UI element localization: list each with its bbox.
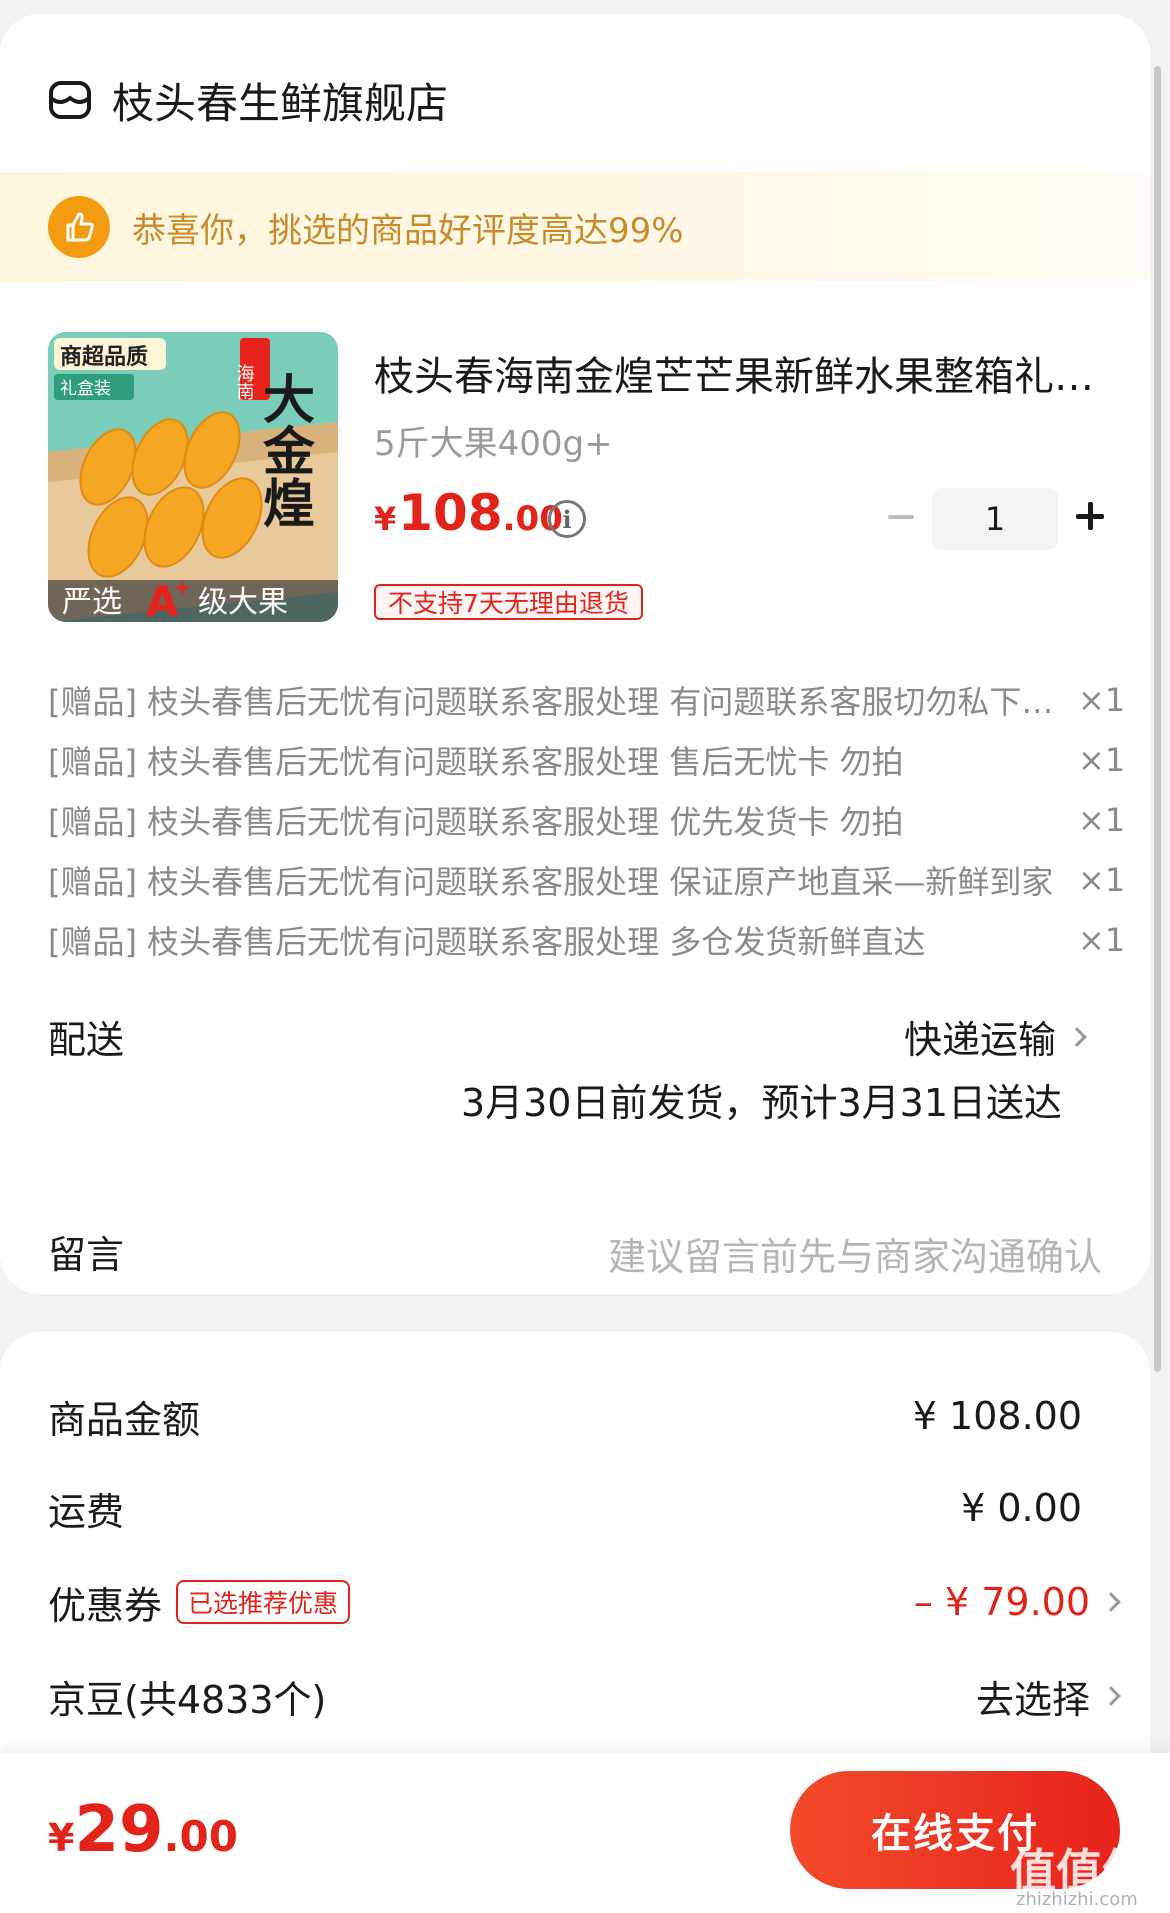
gift-name: [赠品] 枝头春售后无忧有问题联系客服处理 有问题联系客服切勿私下处理 [48, 683, 1078, 721]
big-text: 大金煌 [254, 372, 316, 528]
freight-label: 运费 [48, 1489, 125, 1534]
fee-summary-card: 商品金额 ¥ 108.00 运费 ¥ 0.00 优惠券 已选推荐优惠 – ¥ 7… [0, 1332, 1150, 1762]
seal-text: 海南 [234, 364, 255, 400]
jingdou-row[interactable]: 京豆(共4833个) 去选择 [48, 1666, 1121, 1726]
jingdou-label: 京豆(共4833个) [48, 1677, 327, 1722]
product-title[interactable]: 枝头春海南金煌芒芒果新鲜水果整箱礼盒装 [374, 344, 1094, 402]
shipping-date: 3月30日前发货，预计3月31日送达 [460, 1081, 1062, 1125]
gift-name: [赠品] 枝头春售后无忧有问题联系客服处理 保证原产地直采—新鲜到家 [48, 863, 1054, 901]
chevron-right-icon [1101, 1592, 1121, 1612]
checkout-bar: ¥ 29 .00 在线支付 值值值 zhizhizhi.com [0, 1753, 1170, 1913]
coupon-label-group: 优惠券 已选推荐优惠 [48, 1575, 351, 1630]
return-policy-tag: 不支持7天无理由退货 [374, 584, 643, 620]
coupon-value-group: – ¥ 79.00 [913, 1580, 1121, 1624]
jingdou-value-group: 去选择 [975, 1669, 1121, 1724]
price-currency: ¥ [374, 500, 397, 538]
goods-amount-value: ¥ 108.00 [912, 1394, 1082, 1438]
quantity-increase-button[interactable] [1074, 500, 1106, 532]
store-header[interactable]: 枝头春生鲜旗舰店 [48, 68, 448, 132]
gift-name: [赠品] 枝头春售后无忧有问题联系客服处理 售后无忧卡 勿拍 [48, 743, 904, 781]
rating-banner: 恭喜你，挑选的商品好评度高达99% [0, 172, 1150, 282]
shipping-method-selector[interactable]: 快递运输 [903, 1009, 1087, 1064]
chevron-right-icon [1101, 1686, 1121, 1706]
message-input[interactable]: 建议留言前先与商家沟通确认 [608, 1226, 1102, 1281]
store-icon [49, 81, 91, 119]
coupon-row[interactable]: 优惠券 已选推荐优惠 – ¥ 79.00 [48, 1572, 1121, 1632]
coupon-tag: 已选推荐优惠 [176, 1580, 351, 1624]
list-item: [赠品] 枝头春售后无忧有问题联系客服处理 多仓发货新鲜直达 ×1 [48, 910, 1126, 970]
shipping-label: 配送 [48, 1018, 125, 1062]
chevron-right-icon [1067, 1026, 1087, 1047]
bottom-text-1: 严选 [62, 585, 122, 620]
bottom-text-2: 级大果 [198, 585, 288, 620]
shipping-method: 快递运输 [903, 1018, 1056, 1062]
gift-list: [赠品] 枝头春售后无忧有问题联系客服处理 有问题联系客服切勿私下处理 ×1 [… [48, 670, 1126, 970]
list-item: [赠品] 枝头春售后无忧有问题联系客服处理 优先发货卡 勿拍 ×1 [48, 790, 1126, 850]
freight-row: 运费 ¥ 0.00 [48, 1478, 1118, 1538]
product-price: ¥ 108 .00 [374, 484, 563, 542]
grade-mark-text: + [174, 575, 191, 599]
order-card: 枝头春生鲜旗舰店 恭喜你，挑选的商品好评度高达99% 商超品质 礼盒装 海南 大… [0, 14, 1150, 1294]
list-item: [赠品] 枝头春售后无忧有问题联系客服处理 有问题联系客服切勿私下处理 ×1 [48, 670, 1126, 730]
goods-amount-row: 商品金额 ¥ 108.00 [48, 1386, 1118, 1446]
list-item: [赠品] 枝头春售后无忧有问题联系客服处理 售后无忧卡 勿拍 ×1 [48, 730, 1126, 790]
message-label: 留言 [48, 1233, 125, 1277]
coupon-value: – ¥ 79.00 [913, 1580, 1090, 1624]
list-item: [赠品] 枝头春售后无忧有问题联系客服处理 保证原产地直采—新鲜到家 ×1 [48, 850, 1126, 910]
rating-text: 恭喜你，挑选的商品好评度高达99% [132, 210, 684, 251]
gift-qty: ×1 [1078, 801, 1126, 839]
gift-name: [赠品] 枝头春售后无忧有问题联系客服处理 多仓发货新鲜直达 [48, 923, 926, 961]
jingdou-value: 去选择 [975, 1677, 1090, 1722]
badge-text: 商超品质 [60, 344, 148, 370]
gift-qty: ×1 [1078, 921, 1126, 959]
total-currency: ¥ [48, 1816, 75, 1860]
total-price: ¥ 29 .00 [48, 1793, 238, 1867]
sub-badge-text: 礼盒装 [60, 379, 111, 399]
info-icon[interactable]: i [548, 500, 586, 538]
store-name: 枝头春生鲜旗舰店 [112, 78, 449, 128]
price-integer: 108 [398, 484, 503, 542]
gift-qty: ×1 [1078, 861, 1126, 899]
quantity-input[interactable]: 1 [932, 488, 1058, 550]
thumbs-up-icon [48, 196, 110, 258]
gift-qty: ×1 [1078, 741, 1126, 779]
product-image[interactable]: 商超品质 礼盒装 海南 大金煌 严选 A + 级大果 [48, 332, 338, 622]
watermark-url: zhizhizhi.com [1016, 1889, 1138, 1910]
goods-amount-label: 商品金额 [48, 1397, 201, 1442]
scrollbar[interactable] [1154, 66, 1161, 1372]
product-spec[interactable]: 5斤大果400g+ [374, 416, 613, 465]
total-decimal: .00 [163, 1812, 238, 1861]
gift-name: [赠品] 枝头春售后无忧有问题联系客服处理 优先发货卡 勿拍 [48, 803, 904, 841]
total-integer: 29 [74, 1793, 164, 1867]
quantity-decrease-button[interactable] [886, 502, 916, 532]
gift-qty: ×1 [1078, 681, 1126, 719]
freight-value: ¥ 0.00 [961, 1486, 1082, 1530]
coupon-label: 优惠券 [48, 1583, 163, 1628]
